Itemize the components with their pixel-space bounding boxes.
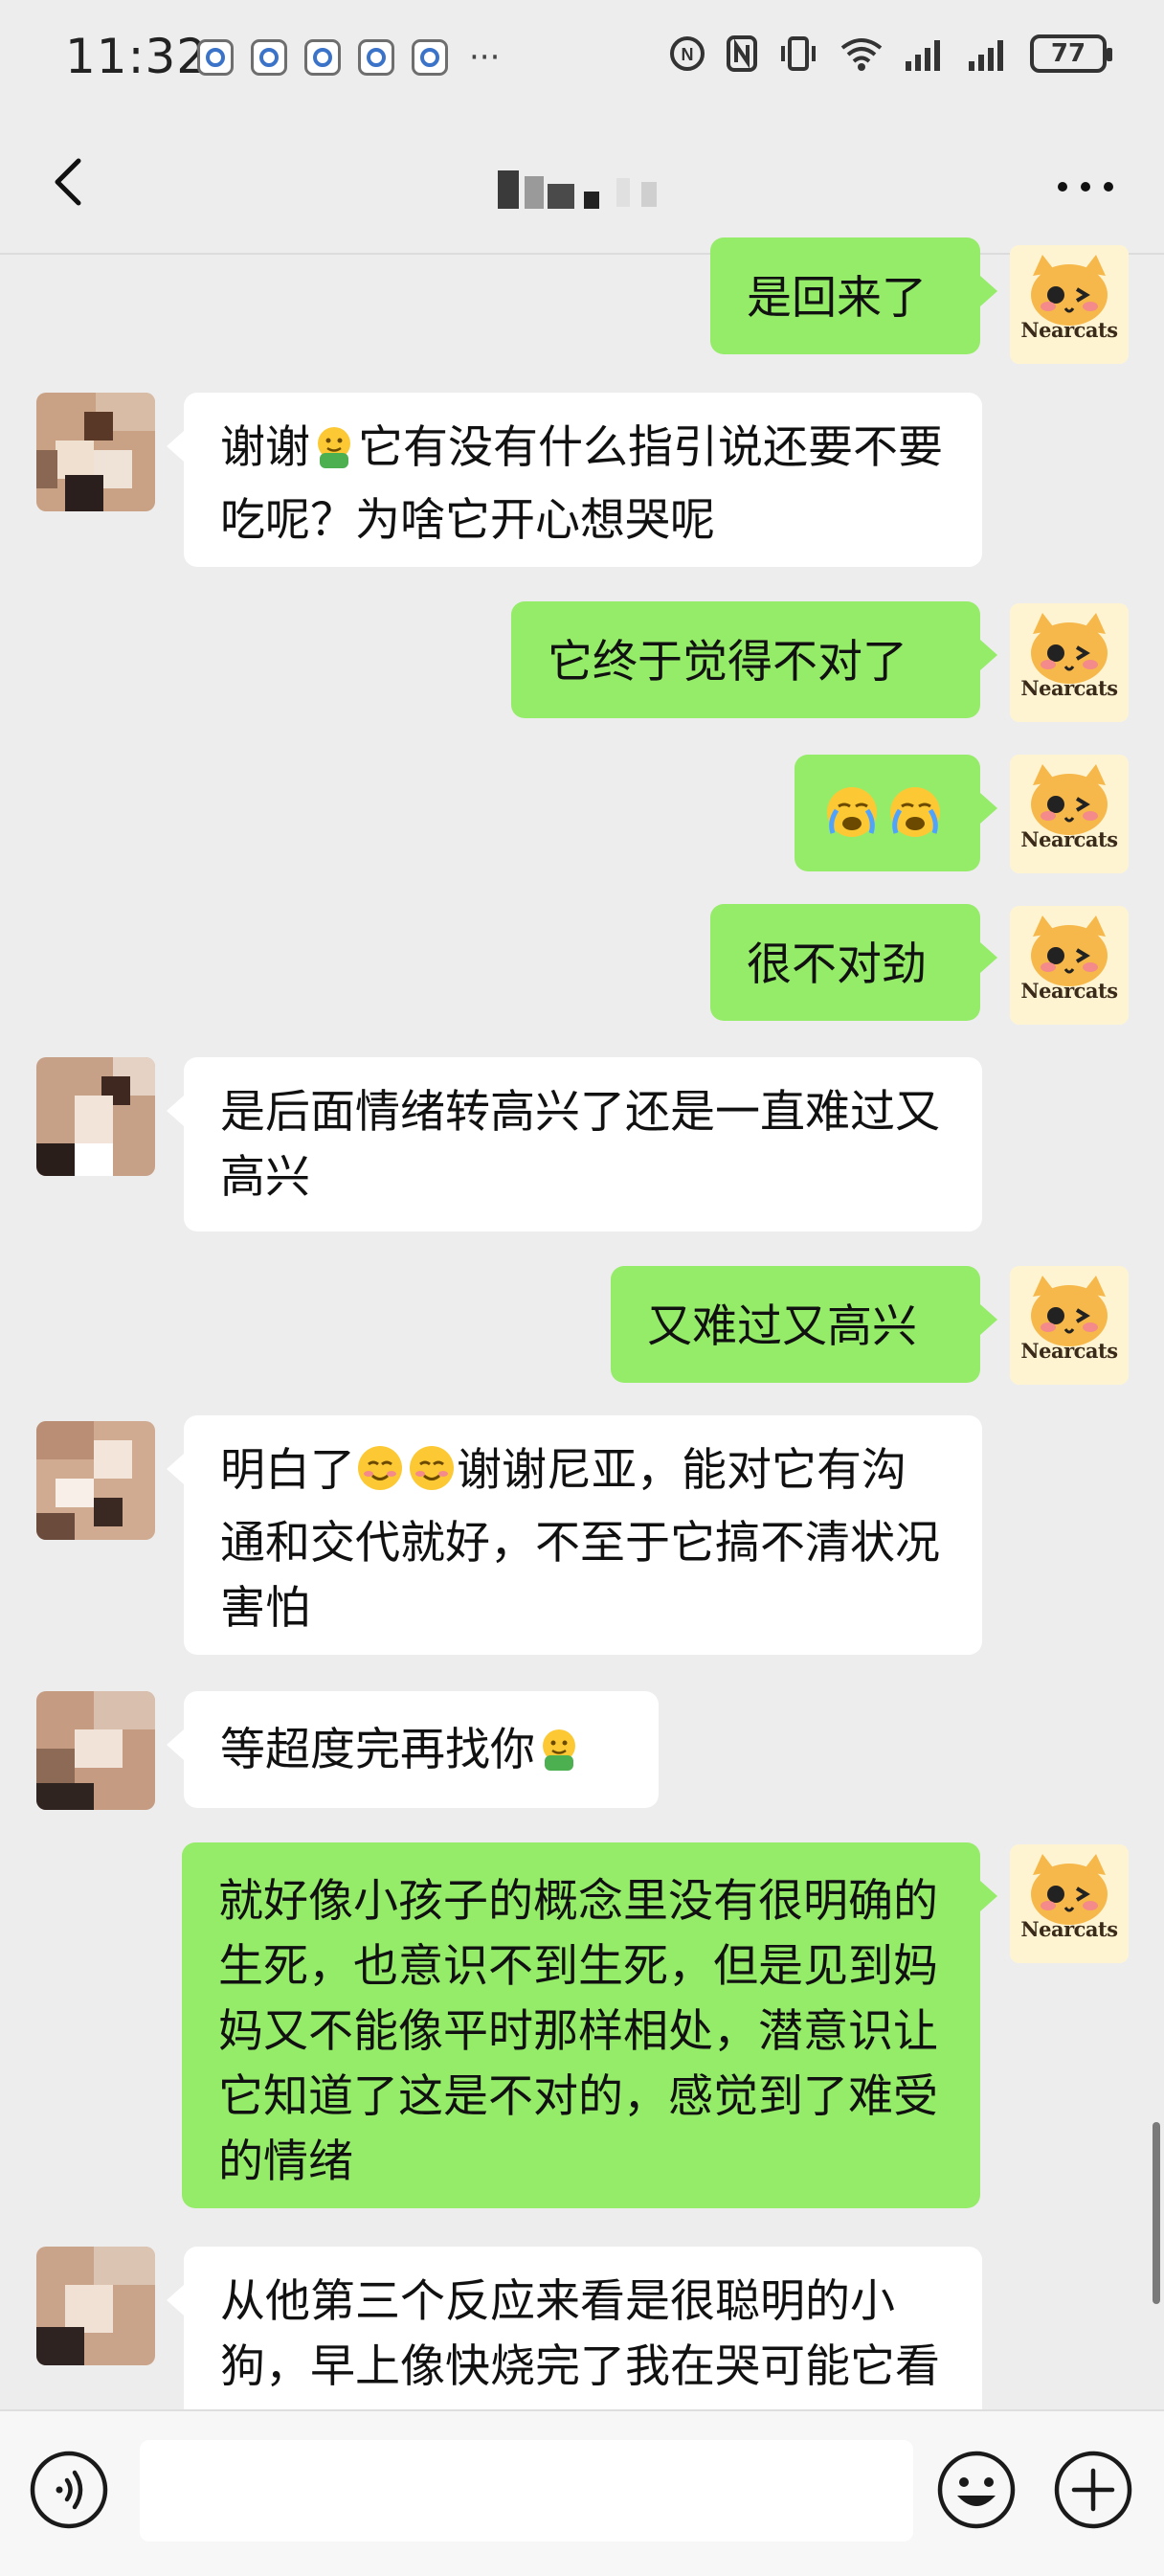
- message-text: 它终于觉得不对了: [548, 636, 907, 689]
- outgoing-message[interactable]: 😭😭: [795, 755, 997, 871]
- app-notification-icon: [251, 39, 287, 76]
- smiling-emoji-icon: [355, 1443, 457, 1511]
- outgoing-message[interactable]: 又难过又高兴: [611, 1266, 997, 1383]
- svg-text:N: N: [682, 45, 694, 64]
- outgoing-message[interactable]: 它终于觉得不对了: [511, 601, 997, 718]
- message-text: 就好像小孩子的概念里没有很明确的生死，也意识不到生死，但是见到妈妈又不能像平时那…: [218, 1875, 938, 2188]
- incoming-message[interactable]: 是后面情绪转高兴了还是一直难过又高兴: [167, 1057, 982, 1232]
- plus-icon[interactable]: [1053, 2450, 1133, 2530]
- app-notification-icon: [358, 39, 394, 76]
- chevron-left-icon[interactable]: [42, 153, 100, 211]
- scrollbar-thumb[interactable]: [1153, 2122, 1160, 2304]
- wifi-icon: [840, 38, 883, 71]
- vibrate-icon: [781, 36, 816, 71]
- cat-avatar-image: [1010, 245, 1129, 364]
- crying-emoji-icon: [823, 783, 946, 859]
- message-text: 是回来了: [747, 272, 927, 325]
- message-text: 从他第三个反应来看是很聪明的小狗，早上像快烧完了我在哭可能它看到了: [220, 2275, 940, 2409]
- status-bar: 11:32 ··· N 77: [0, 0, 1164, 115]
- incoming-message[interactable]: 谢谢 它有没有什么指引说还要不要吃呢？为啥它开心想哭呢: [167, 393, 982, 567]
- battery-icon: 77: [1030, 34, 1112, 73]
- header-divider: [0, 253, 1164, 255]
- status-time: 11:32: [65, 29, 209, 84]
- cat-avatar[interactable]: Nearcats: [1010, 603, 1129, 722]
- signal-icon: [906, 40, 940, 71]
- cat-avatar-label: Nearcats: [1020, 318, 1118, 342]
- contact-avatar-pixelated[interactable]: [36, 393, 155, 511]
- cat-avatar-image: [1010, 1844, 1129, 1963]
- hug-emoji-icon: [310, 422, 358, 488]
- message-text: 谢谢: [220, 421, 310, 474]
- outgoing-message[interactable]: 很不对劲: [710, 904, 997, 1021]
- incoming-message[interactable]: 明白了 谢谢尼亚，能对它有沟通和交代就好，不至于它搞不清状况害怕: [167, 1415, 982, 1655]
- more-notifications-indicator: ···: [469, 38, 501, 77]
- app-notification-icon: [197, 39, 234, 76]
- cat-avatar-image: [1010, 1266, 1129, 1385]
- notification-icons: ···: [197, 38, 500, 77]
- app-notification-icon: [304, 39, 341, 76]
- message-text: 是后面情绪转高兴了还是一直难过又高兴: [220, 1086, 940, 1204]
- cat-avatar[interactable]: Nearcats: [1010, 245, 1129, 364]
- signal-icon: [969, 40, 1003, 71]
- voice-icon[interactable]: [29, 2450, 109, 2530]
- app-notification-icon: [412, 39, 448, 76]
- contact-avatar-pixelated[interactable]: [36, 1057, 155, 1176]
- outgoing-message[interactable]: 是回来了: [710, 237, 997, 354]
- incoming-message[interactable]: 从他第三个反应来看是很聪明的小狗，早上像快烧完了我在哭可能它看到了: [167, 2247, 982, 2409]
- nfc-icon: N: [670, 36, 705, 71]
- cat-avatar[interactable]: Nearcats: [1010, 1266, 1129, 1385]
- cat-avatar[interactable]: Nearcats: [1010, 755, 1129, 873]
- message-list-clip: 从他第三个反应来看是很聪明的小狗，早上像快烧完了我在哭可能它看到了: [0, 2241, 1164, 2409]
- cat-avatar[interactable]: Nearcats: [1010, 906, 1129, 1025]
- cat-avatar-label: Nearcats: [1020, 676, 1118, 700]
- emoji-icon[interactable]: [936, 2450, 1017, 2530]
- contact-avatar-pixelated[interactable]: [36, 1691, 155, 1810]
- message-text: 又难过又高兴: [647, 1300, 917, 1353]
- cat-avatar[interactable]: Nearcats: [1010, 1844, 1129, 1963]
- cat-avatar-image: [1010, 603, 1129, 722]
- n-mode-icon: [727, 35, 757, 72]
- status-right-icons: N 77: [668, 34, 1112, 73]
- message-input[interactable]: [140, 2440, 913, 2542]
- hug-emoji-icon: [535, 1725, 583, 1791]
- message-text: 等超度完再找你: [220, 1724, 535, 1776]
- cat-avatar-image: [1010, 906, 1129, 1025]
- chat-title-obscured: [498, 170, 670, 213]
- message-text: 很不对劲: [747, 938, 927, 991]
- cat-avatar-label: Nearcats: [1020, 1339, 1118, 1363]
- cat-avatar-label: Nearcats: [1020, 827, 1118, 851]
- incoming-message[interactable]: 等超度完再找你: [167, 1691, 659, 1808]
- message-text: 明白了: [220, 1444, 355, 1497]
- more-dots-icon[interactable]: [1055, 172, 1116, 201]
- cat-avatar-label: Nearcats: [1020, 979, 1118, 1003]
- outgoing-message[interactable]: 就好像小孩子的概念里没有很明确的生死，也意识不到生死，但是见到妈妈又不能像平时那…: [182, 1842, 997, 2208]
- battery-level: 77: [1050, 39, 1086, 68]
- contact-avatar-pixelated[interactable]: [36, 1421, 155, 1540]
- input-bar: [0, 2409, 1164, 2576]
- cat-avatar-image: [1010, 755, 1129, 873]
- message-text: 😭😭: [946, 783, 947, 784]
- cat-avatar-label: Nearcats: [1020, 1917, 1118, 1941]
